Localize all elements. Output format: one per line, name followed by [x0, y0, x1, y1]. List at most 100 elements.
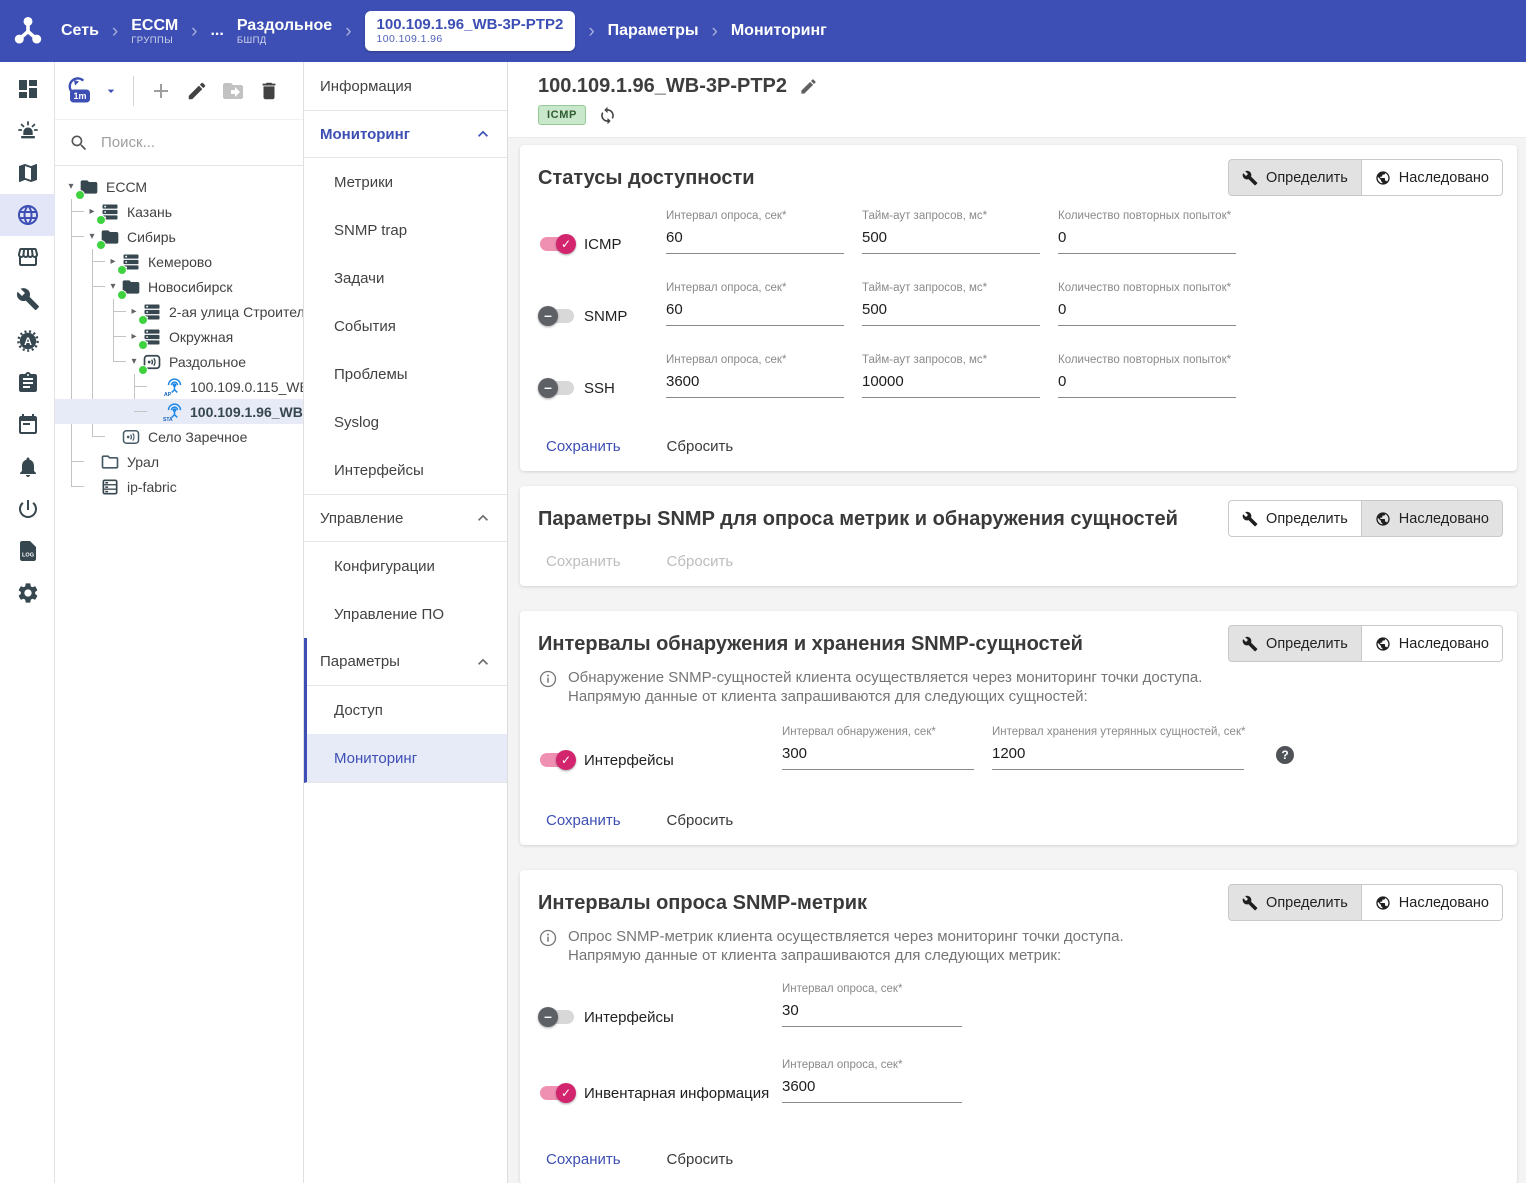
- rail-item-calendar[interactable]: [0, 404, 55, 446]
- tree-node-ural[interactable]: Урал: [55, 449, 303, 474]
- nav-item-access[interactable]: Доступ: [307, 686, 507, 734]
- interfaces-poll-interval-input[interactable]: [782, 1002, 962, 1027]
- nav-group-monitoring[interactable]: Мониторинг: [304, 110, 507, 158]
- search-input[interactable]: [101, 134, 271, 151]
- icmp-timeout-input[interactable]: [862, 229, 1040, 254]
- auto-refresh-interval-button[interactable]: 1m: [65, 76, 95, 106]
- inventory-poll-interval-input[interactable]: [782, 1078, 962, 1103]
- nav-item-configurations[interactable]: Конфигурации: [304, 542, 507, 590]
- rail-item-power[interactable]: [0, 488, 55, 530]
- breadcrumb-eccm[interactable]: ЕССМ группы: [131, 17, 178, 46]
- nav-item-snmp-trap[interactable]: SNMP trap: [304, 206, 507, 254]
- nav-group-parameters[interactable]: Параметры: [307, 638, 507, 686]
- icmp-interval-field: Интервал опроса, сек*: [666, 210, 844, 254]
- snmp-toggle[interactable]: [538, 306, 576, 326]
- tree-node-sibir[interactable]: ▾ Сибирь: [55, 224, 303, 249]
- breadcrumb-parameters-label: Параметры: [608, 22, 699, 40]
- breadcrumb-ellipsis[interactable]: ...: [210, 22, 223, 40]
- nav-item-monitoring-params[interactable]: Мониторинг: [307, 734, 507, 782]
- gear-icon: [16, 581, 40, 605]
- ssh-retries-input[interactable]: [1058, 373, 1236, 398]
- retention-interval-input[interactable]: [992, 745, 1244, 770]
- refresh-dropdown-button[interactable]: [101, 76, 121, 106]
- inherited-button[interactable]: Наследовано: [1361, 159, 1503, 196]
- rail-item-logs[interactable]: LOG: [0, 530, 55, 572]
- reset-button[interactable]: Сбросить: [667, 812, 734, 829]
- breadcrumb-device-chip[interactable]: 100.109.1.96_WB-3P-PTP2 100.109.1.96: [365, 11, 576, 51]
- ssh-interval-input[interactable]: [666, 373, 844, 398]
- move-node-button[interactable]: [218, 76, 248, 106]
- nav-item-events[interactable]: События: [304, 302, 507, 350]
- calendar-icon: [16, 413, 40, 437]
- snmp-retries-input[interactable]: [1058, 301, 1236, 326]
- tree-node-100-109-0-115[interactable]: AP 100.109.0.115_WB-3: [55, 374, 303, 399]
- nav-item-information[interactable]: Информация: [304, 62, 507, 110]
- tree-node-100-109-1-96[interactable]: STA 100.109.1.96_WB-3P: [55, 399, 303, 424]
- tree-node-selo-zarechnoe[interactable]: Село Заречное: [55, 424, 303, 449]
- breadcrumb-parameters[interactable]: Параметры: [608, 22, 699, 40]
- tree-node-razdolnoe[interactable]: ▾ Раздольное: [55, 349, 303, 374]
- add-node-button[interactable]: [146, 76, 176, 106]
- field-label: Интервал опроса, сек*: [666, 210, 844, 222]
- save-button[interactable]: Сохранить: [546, 1151, 621, 1168]
- delete-node-button[interactable]: [254, 76, 284, 106]
- snmp-timeout-input[interactable]: [862, 301, 1040, 326]
- icmp-toggle[interactable]: [538, 234, 576, 254]
- breadcrumb-group[interactable]: Раздольное бшпд: [237, 17, 332, 46]
- inherited-button[interactable]: Наследовано: [1361, 625, 1503, 662]
- nav-group-management[interactable]: Управление: [304, 494, 507, 542]
- edit-title-button[interactable]: [799, 77, 818, 96]
- inherited-button[interactable]: Наследовано: [1361, 500, 1503, 537]
- rail-item-settings[interactable]: [0, 572, 55, 614]
- rail-item-storefront[interactable]: [0, 236, 55, 278]
- breadcrumb-net[interactable]: Сеть: [61, 22, 99, 40]
- nav-item-software[interactable]: Управление ПО: [304, 590, 507, 638]
- rail-item-tasks[interactable]: [0, 362, 55, 404]
- app-logo[interactable]: [0, 0, 55, 62]
- rail-item-notifications[interactable]: [0, 446, 55, 488]
- define-button[interactable]: Определить: [1228, 500, 1362, 537]
- rail-item-network[interactable]: [0, 194, 55, 236]
- nav-item-tasks[interactable]: Задачи: [304, 254, 507, 302]
- info-line: Опрос SNMP-метрик клиента осуществляется…: [568, 927, 1124, 946]
- define-button[interactable]: Определить: [1228, 159, 1362, 196]
- define-button[interactable]: Определить: [1228, 625, 1362, 662]
- icmp-retries-input[interactable]: [1058, 229, 1236, 254]
- inherited-button[interactable]: Наследовано: [1361, 884, 1503, 921]
- inventory-polling-toggle[interactable]: [538, 1083, 576, 1103]
- rail-item-dashboard[interactable]: [0, 68, 55, 110]
- edit-node-button[interactable]: [182, 76, 212, 106]
- tree-node-eccm[interactable]: ▾ ЕССМ: [55, 174, 303, 199]
- rail-item-automation[interactable]: A: [0, 320, 55, 362]
- tree-node-kemerovo[interactable]: ▸ Кемерово: [55, 249, 303, 274]
- interfaces-discovery-toggle[interactable]: [538, 750, 576, 770]
- tree-node-novosibirsk[interactable]: ▾ Новосибирск: [55, 274, 303, 299]
- rail-item-alarms[interactable]: [0, 110, 55, 152]
- define-button[interactable]: Определить: [1228, 884, 1362, 921]
- chevron-right-icon: [112, 22, 118, 41]
- help-icon[interactable]: [1276, 746, 1294, 764]
- ssh-timeout-input[interactable]: [862, 373, 1040, 398]
- nav-item-problems[interactable]: Проблемы: [304, 350, 507, 398]
- tree-node-okruzhnaya[interactable]: ▸ Окружная: [55, 324, 303, 349]
- icmp-interval-input[interactable]: [666, 229, 844, 254]
- rail-item-map[interactable]: [0, 152, 55, 194]
- reset-button[interactable]: Сбросить: [667, 438, 734, 455]
- snmp-interval-input[interactable]: [666, 301, 844, 326]
- rail-item-tools[interactable]: [0, 278, 55, 320]
- tree-node-kazan[interactable]: ▸ Казань: [55, 199, 303, 224]
- discovery-interval-input[interactable]: [782, 745, 974, 770]
- reset-button[interactable]: Сбросить: [667, 1151, 734, 1168]
- save-button[interactable]: Сохранить: [546, 438, 621, 455]
- breadcrumb-monitoring[interactable]: Мониторинг: [731, 22, 827, 40]
- nav-item-syslog[interactable]: Syslog: [304, 398, 507, 446]
- nav-item-metrics[interactable]: Метрики: [304, 158, 507, 206]
- ssh-toggle[interactable]: [538, 378, 576, 398]
- interfaces-polling-toggle[interactable]: [538, 1007, 576, 1027]
- nav-item-interfaces[interactable]: Интерфейсы: [304, 446, 507, 494]
- chevron-right-icon: [588, 22, 594, 41]
- tree-node-ip-fabric[interactable]: ip-fabric: [55, 474, 303, 499]
- tree-node-stroiteley[interactable]: ▸ 2-ая улица Строител: [55, 299, 303, 324]
- refresh-status-button[interactable]: [598, 106, 617, 125]
- save-button[interactable]: Сохранить: [546, 812, 621, 829]
